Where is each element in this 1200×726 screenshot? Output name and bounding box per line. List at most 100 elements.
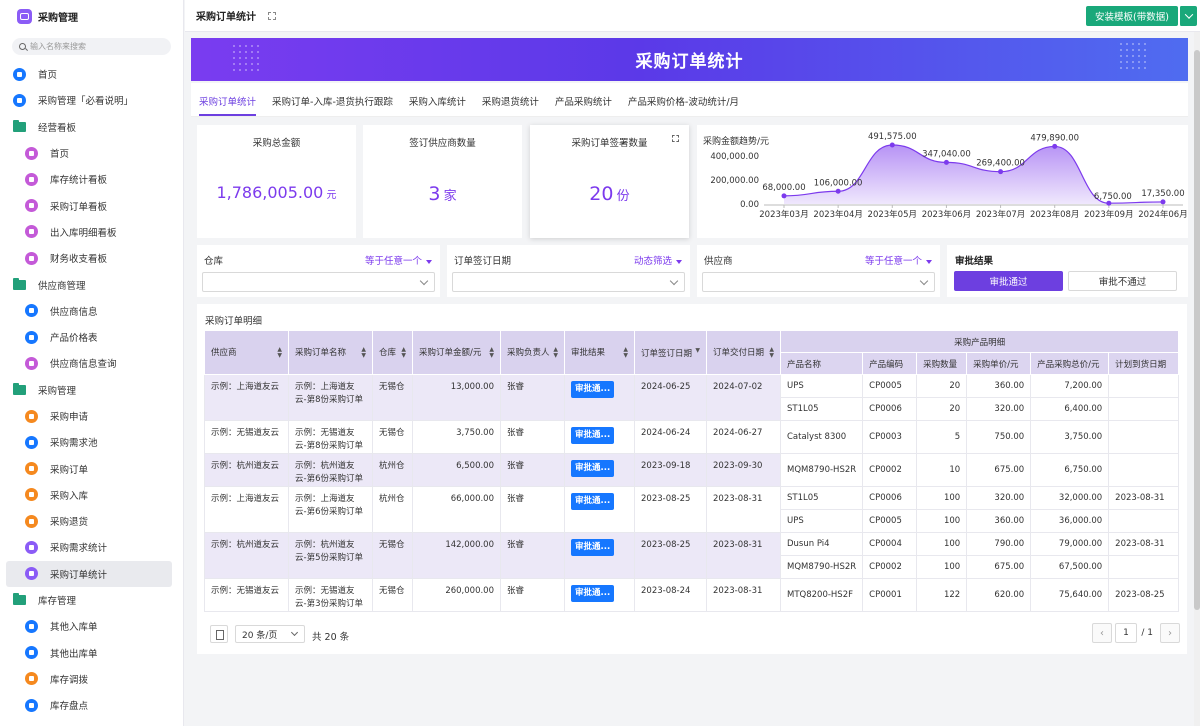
sign-date-select[interactable] (452, 272, 685, 292)
page-number-input[interactable]: 1 (1115, 623, 1137, 643)
sidebar-item[interactable]: 其他入库单 (0, 613, 183, 639)
table-row[interactable]: 示例：上海道友云 示例：上海道友云-第6份采购订单 杭州仓 66,000.00 张睿 审批… (204, 486, 1180, 533)
sub-column-header[interactable]: 计划到货日期 (1108, 352, 1180, 375)
trend-chart: 400,000.00 200,000.00 0.002023年03月 68,000.0… (710, 132, 1187, 220)
approval-badge[interactable]: 审批通... (571, 381, 615, 398)
prev-page-button[interactable]: ‹ (1092, 623, 1112, 643)
sidebar-item[interactable]: 采购订单看板 (0, 192, 183, 218)
sort-icon[interactable]: ▲ ▼ (401, 347, 406, 359)
approval-badge[interactable]: 审批通... (571, 585, 615, 602)
sort-icon[interactable]: ▲ ▼ (553, 347, 558, 359)
sidebar-item[interactable]: 供应商信息查询 (0, 350, 183, 376)
sub-column-header[interactable]: 产品名称 (779, 352, 864, 375)
sidebar-item[interactable]: 供应商管理 (0, 271, 183, 297)
sidebar-item[interactable]: 其他出库单 (0, 640, 183, 666)
tab-item[interactable]: 采购入库统计 (409, 94, 466, 116)
cell-approval[interactable]: 审批通... (564, 486, 635, 533)
warehouse-filter-operator[interactable]: 等于任意一个 (365, 253, 432, 267)
install-dropdown-icon[interactable] (1179, 6, 1197, 26)
approval-badge[interactable]: 审批通... (571, 427, 615, 444)
sidebar-item[interactable]: 经营看板 (0, 114, 183, 140)
column-header[interactable]: 采购负责人 ▲ ▼ (500, 330, 565, 375)
cell-approval[interactable]: 审批通... (564, 374, 635, 421)
expand-icon[interactable] (672, 135, 679, 142)
sidebar-item[interactable]: 采购管理 (0, 377, 183, 403)
tab-current-page[interactable]: 采购订单统计 (185, 8, 256, 23)
sidebar-item[interactable]: 采购订单 (0, 455, 183, 481)
approval-badge[interactable]: 审批通... (571, 460, 615, 477)
sub-column-header[interactable]: 采购数量 (916, 352, 968, 375)
table-row[interactable]: 示例：无锡道友云 示例：无锡道友云-第8份采购订单 无锡仓 3,750.00 张睿 审批通… (204, 420, 1180, 454)
approval-badge[interactable]: 审批通... (571, 539, 615, 556)
cell-approval[interactable]: 审批通... (564, 532, 635, 579)
sidebar-item[interactable]: 库存盘点 (0, 692, 183, 718)
column-header[interactable]: 审批结果 ▲ ▼ (564, 330, 635, 375)
cell-amount: 142,000.00 (412, 532, 501, 579)
cell-deliver: 2024-07-02 (706, 374, 781, 421)
column-header[interactable]: 订单签订日期 ▼ (634, 330, 707, 375)
approval-badge[interactable]: 审批通... (571, 493, 615, 510)
table-row[interactable]: 示例：无锡道友云 示例：无锡道友云-第3份采购订单 无锡仓 260,000.00 张睿审… (204, 578, 1180, 612)
table-row[interactable]: 示例：杭州道友云 示例：杭州道友云-第6份采购订单 杭州仓 6,500.00 张睿 审批通… (204, 453, 1180, 487)
cell-approval[interactable]: 审批通... (564, 453, 635, 487)
sort-icon[interactable]: ▲ ▼ (489, 347, 494, 359)
sort-icon[interactable]: ▼ (695, 347, 700, 354)
supplier-select[interactable] (702, 272, 935, 292)
approval-filter: 审批结果 审批通过 审批不通过 (947, 245, 1188, 297)
sidebar-item[interactable]: 采购需求统计 (0, 534, 183, 560)
table-scroll-area[interactable]: 供应商 ▲ ▼ 采购订单名称 ▲ ▼ 仓库 ▲ ▼ 采购订单金额/元 ▲ ▼ 采购负责人 ▲ ▼ 审批结果 ▲ ▼… (204, 330, 1189, 618)
sort-icon[interactable]: ▲ ▼ (277, 347, 282, 359)
approval-fail-button[interactable]: 审批不通过 (1068, 271, 1177, 291)
sidebar-item[interactable]: 采购需求池 (0, 429, 183, 455)
table-row[interactable]: 示例：杭州道友云 示例：杭州道友云-第5份采购订单 无锡仓 142,000.00 张睿审… (204, 532, 1180, 579)
sidebar-item[interactable]: 采购退货 (0, 508, 183, 534)
sidebar-item[interactable]: 出入库明细看板 (0, 219, 183, 245)
cell-approval[interactable]: 审批通... (564, 578, 635, 612)
table-row[interactable]: 示例：上海道友云 示例：上海道友云-第8份采购订单 无锡仓 13,000.00 张睿 审批… (204, 374, 1180, 421)
sub-column-header[interactable]: 产品编码 (862, 352, 918, 375)
supplier-filter-operator[interactable]: 等于任意一个 (865, 253, 932, 267)
column-toggle-icon[interactable] (210, 625, 228, 643)
page-size-select[interactable]: 20 条/页 (235, 625, 305, 643)
sidebar-item[interactable]: 供应商信息 (0, 298, 183, 324)
sub-column-header[interactable]: 产品采购总价/元 (1030, 352, 1110, 375)
sidebar-item[interactable]: 采购入库 (0, 482, 183, 508)
warehouse-select[interactable] (202, 272, 435, 292)
sign-date-filter-operator[interactable]: 动态筛选 (634, 253, 682, 267)
page-scrollbar[interactable] (1194, 32, 1200, 726)
fullscreen-icon[interactable] (268, 11, 276, 20)
column-header[interactable]: 供应商 ▲ ▼ (204, 330, 289, 375)
sidebar-item[interactable]: 首页 (0, 140, 183, 166)
column-header[interactable]: 订单交付日期 ▲ ▼ (706, 330, 781, 375)
sidebar-item[interactable]: 库存调拨 (0, 666, 183, 692)
filter-row: 仓库 等于任意一个 订单签订日期 动态筛选 供应商 等于任意一个 审批结果 审批… (191, 245, 1188, 297)
column-header[interactable]: 采购订单金额/元 ▲ ▼ (412, 330, 501, 375)
sidebar-item[interactable]: 库存统计看板 (0, 166, 183, 192)
sidebar-item[interactable]: 首页 (0, 61, 183, 87)
sidebar-item[interactable]: 采购申请 (0, 403, 183, 429)
sidebar-item[interactable]: 产品价格表 (0, 324, 183, 350)
sort-icon[interactable]: ▲ ▼ (769, 347, 774, 359)
sidebar-item[interactable]: 库存管理 (0, 587, 183, 613)
tab-item[interactable]: 产品采购统计 (555, 94, 612, 116)
tab-item[interactable]: 产品采购价格-波动统计/月 (628, 94, 739, 116)
tab-item[interactable]: 采购订单统计 (199, 94, 257, 116)
next-page-button[interactable]: › (1160, 623, 1180, 643)
approval-pass-button[interactable]: 审批通过 (954, 271, 1063, 291)
sort-icon[interactable]: ▲ ▼ (361, 347, 366, 359)
sub-column-header[interactable]: 采购单价/元 (966, 352, 1032, 375)
install-template-button[interactable]: 安装模板(带数据) (1086, 6, 1178, 26)
search-input[interactable]: 输入名称来搜索 (12, 38, 171, 55)
doc-icon (25, 698, 38, 712)
cell-approval[interactable]: 审批通... (564, 420, 635, 454)
sidebar-item[interactable]: 财务收支看板 (0, 245, 183, 271)
tab-item[interactable]: 采购退货统计 (482, 94, 539, 116)
sidebar-item-label: 其他入库单 (50, 622, 98, 634)
sort-icon[interactable]: ▲ ▼ (623, 347, 628, 359)
column-header[interactable]: 采购订单名称 ▲ ▼ (288, 330, 373, 375)
sidebar-item[interactable]: 采购管理「必看说明」 (0, 87, 183, 113)
sidebar-item[interactable]: 采购订单统计 (6, 560, 172, 587)
column-header[interactable]: 仓库 ▲ ▼ (372, 330, 413, 375)
tab-item[interactable]: 采购订单-入库-退货执行跟踪 (272, 94, 393, 116)
scrollbar-thumb[interactable] (1194, 50, 1200, 610)
